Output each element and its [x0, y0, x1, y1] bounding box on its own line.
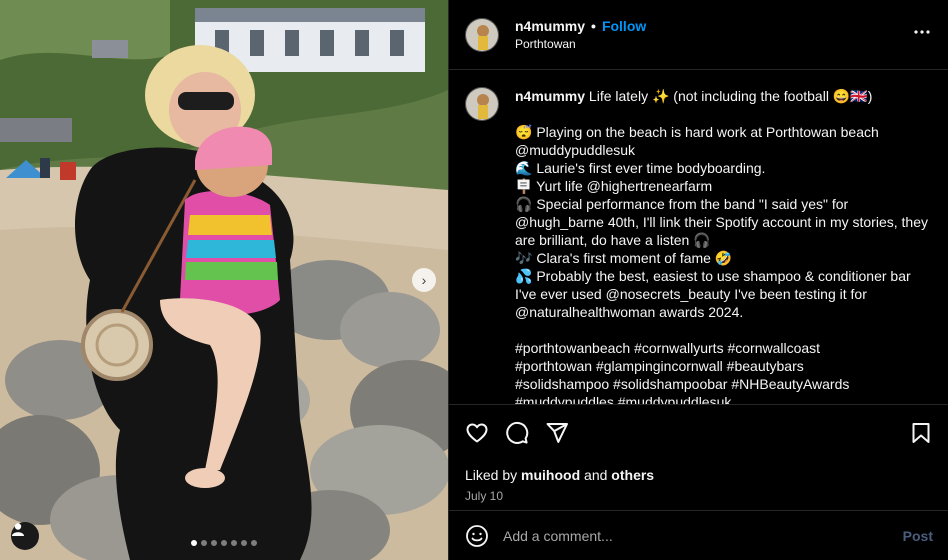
hashtag-line[interactable]: #porthtowanbeach #cornwallyurts #cornwal…: [515, 339, 933, 357]
caption-line: 💦 Probably the best, easiest to use sham…: [515, 267, 933, 321]
post-actions: Liked by muihood and others July 10: [449, 404, 948, 503]
liked-by-prefix: Liked by: [465, 467, 518, 483]
carousel-dot: [241, 540, 247, 546]
post-header: n4mummy • Follow Porthtowan: [449, 0, 948, 70]
chevron-right-icon: ›: [421, 272, 427, 288]
photo-illustration: [0, 0, 448, 560]
post-date[interactable]: July 10: [465, 489, 933, 503]
placard-emoji-icon: 🪧: [515, 178, 533, 194]
more-options-button[interactable]: [912, 22, 932, 48]
liked-by-user-link[interactable]: muihood: [521, 467, 580, 483]
caption-line: 🎧 Special performance from the band "I s…: [515, 195, 933, 249]
liked-by: Liked by muihood and others: [465, 467, 933, 483]
sweat-drops-emoji-icon: 💦: [515, 268, 533, 284]
caption-text: n4mummy Life lately ✨ (not including the…: [515, 87, 933, 404]
comment-button[interactable]: [505, 421, 529, 445]
header-line: n4mummy • Follow: [515, 18, 646, 34]
caption-line-text: Probably the best, easiest to use shampo…: [515, 268, 911, 320]
carousel-dot: [251, 540, 257, 546]
liked-by-others-link[interactable]: others: [611, 467, 654, 483]
avatar-image: [466, 88, 498, 120]
caption-line-text: Playing on the beach is hard work at Por…: [515, 124, 879, 158]
save-button[interactable]: [909, 421, 933, 445]
liked-by-and: and: [584, 467, 608, 483]
carousel-dot: [191, 540, 197, 546]
music-notes-emoji-icon: 🎶: [515, 250, 533, 266]
carousel-dot: [211, 540, 217, 546]
caption-intro-text: Life lately ✨ (not including the footbal…: [588, 88, 873, 104]
caption-line-text: Yurt life @highertrenearfarm: [536, 178, 713, 194]
sleepy-emoji-icon: 😴: [515, 124, 533, 140]
send-icon: [546, 423, 568, 443]
carousel-dots: [0, 540, 448, 546]
caption-gap: [515, 105, 933, 123]
header-text: n4mummy • Follow Porthtowan: [515, 18, 646, 51]
caption-line: 🎶 Clara's first moment of fame 🤣: [515, 249, 933, 267]
caption-line: 😴 Playing on the beach is hard work at P…: [515, 123, 933, 159]
caption-line: 🌊 Laurie's first ever time bodyboarding.: [515, 159, 933, 177]
caption-line-text: Laurie's first ever time bodyboarding.: [536, 160, 766, 176]
comment-bar: Post: [449, 510, 948, 560]
post-panel: n4mummy • Follow Porthtowan n4mummy Life…: [448, 0, 948, 560]
separator-dot: •: [591, 18, 596, 34]
carousel-dot: [221, 540, 227, 546]
comment-input[interactable]: [503, 527, 895, 544]
headphones-emoji-icon: 🎧: [515, 196, 533, 212]
bookmark-icon: [912, 423, 930, 443]
username-link[interactable]: n4mummy: [515, 18, 585, 34]
post-photo: ›: [0, 0, 448, 560]
wave-emoji-icon: 🌊: [515, 160, 533, 176]
more-horizontal-icon: [914, 29, 930, 34]
carousel-dot: [201, 540, 207, 546]
avatar[interactable]: [465, 17, 499, 52]
heart-icon: [466, 423, 488, 443]
location-link[interactable]: Porthtowan: [515, 37, 646, 51]
user-icon: [12, 523, 24, 536]
carousel-next-button[interactable]: ›: [412, 268, 436, 292]
comment-icon: [506, 421, 529, 444]
hashtag-line[interactable]: #muddypuddles #muddypuddlesuk: [515, 393, 933, 404]
caption-line-text: Special performance from the band "I sai…: [515, 196, 928, 248]
hashtag-line[interactable]: #solidshampoo #solidshampoobar #NHBeauty…: [515, 375, 933, 393]
carousel-dot: [231, 540, 237, 546]
caption-line-text: Clara's first moment of fame 🤣: [536, 250, 733, 266]
caption-username[interactable]: n4mummy: [515, 88, 585, 104]
share-button[interactable]: [545, 421, 569, 445]
like-button[interactable]: [465, 421, 489, 445]
caption-line: 🪧 Yurt life @highertrenearfarm: [515, 177, 933, 195]
emoji-button[interactable]: [465, 524, 489, 548]
smiley-icon: [466, 524, 488, 547]
hashtag-line[interactable]: #porthtowan #glampingincornwall #beautyb…: [515, 357, 933, 375]
action-row: [465, 421, 933, 445]
caption-area: n4mummy Life lately ✨ (not including the…: [449, 71, 948, 404]
post-comment-button[interactable]: Post: [903, 528, 933, 544]
caption-gap: [515, 321, 933, 339]
caption-intro: n4mummy Life lately ✨ (not including the…: [515, 87, 933, 105]
avatar-image: [466, 18, 498, 51]
avatar[interactable]: [465, 87, 499, 121]
follow-button[interactable]: Follow: [602, 18, 646, 34]
